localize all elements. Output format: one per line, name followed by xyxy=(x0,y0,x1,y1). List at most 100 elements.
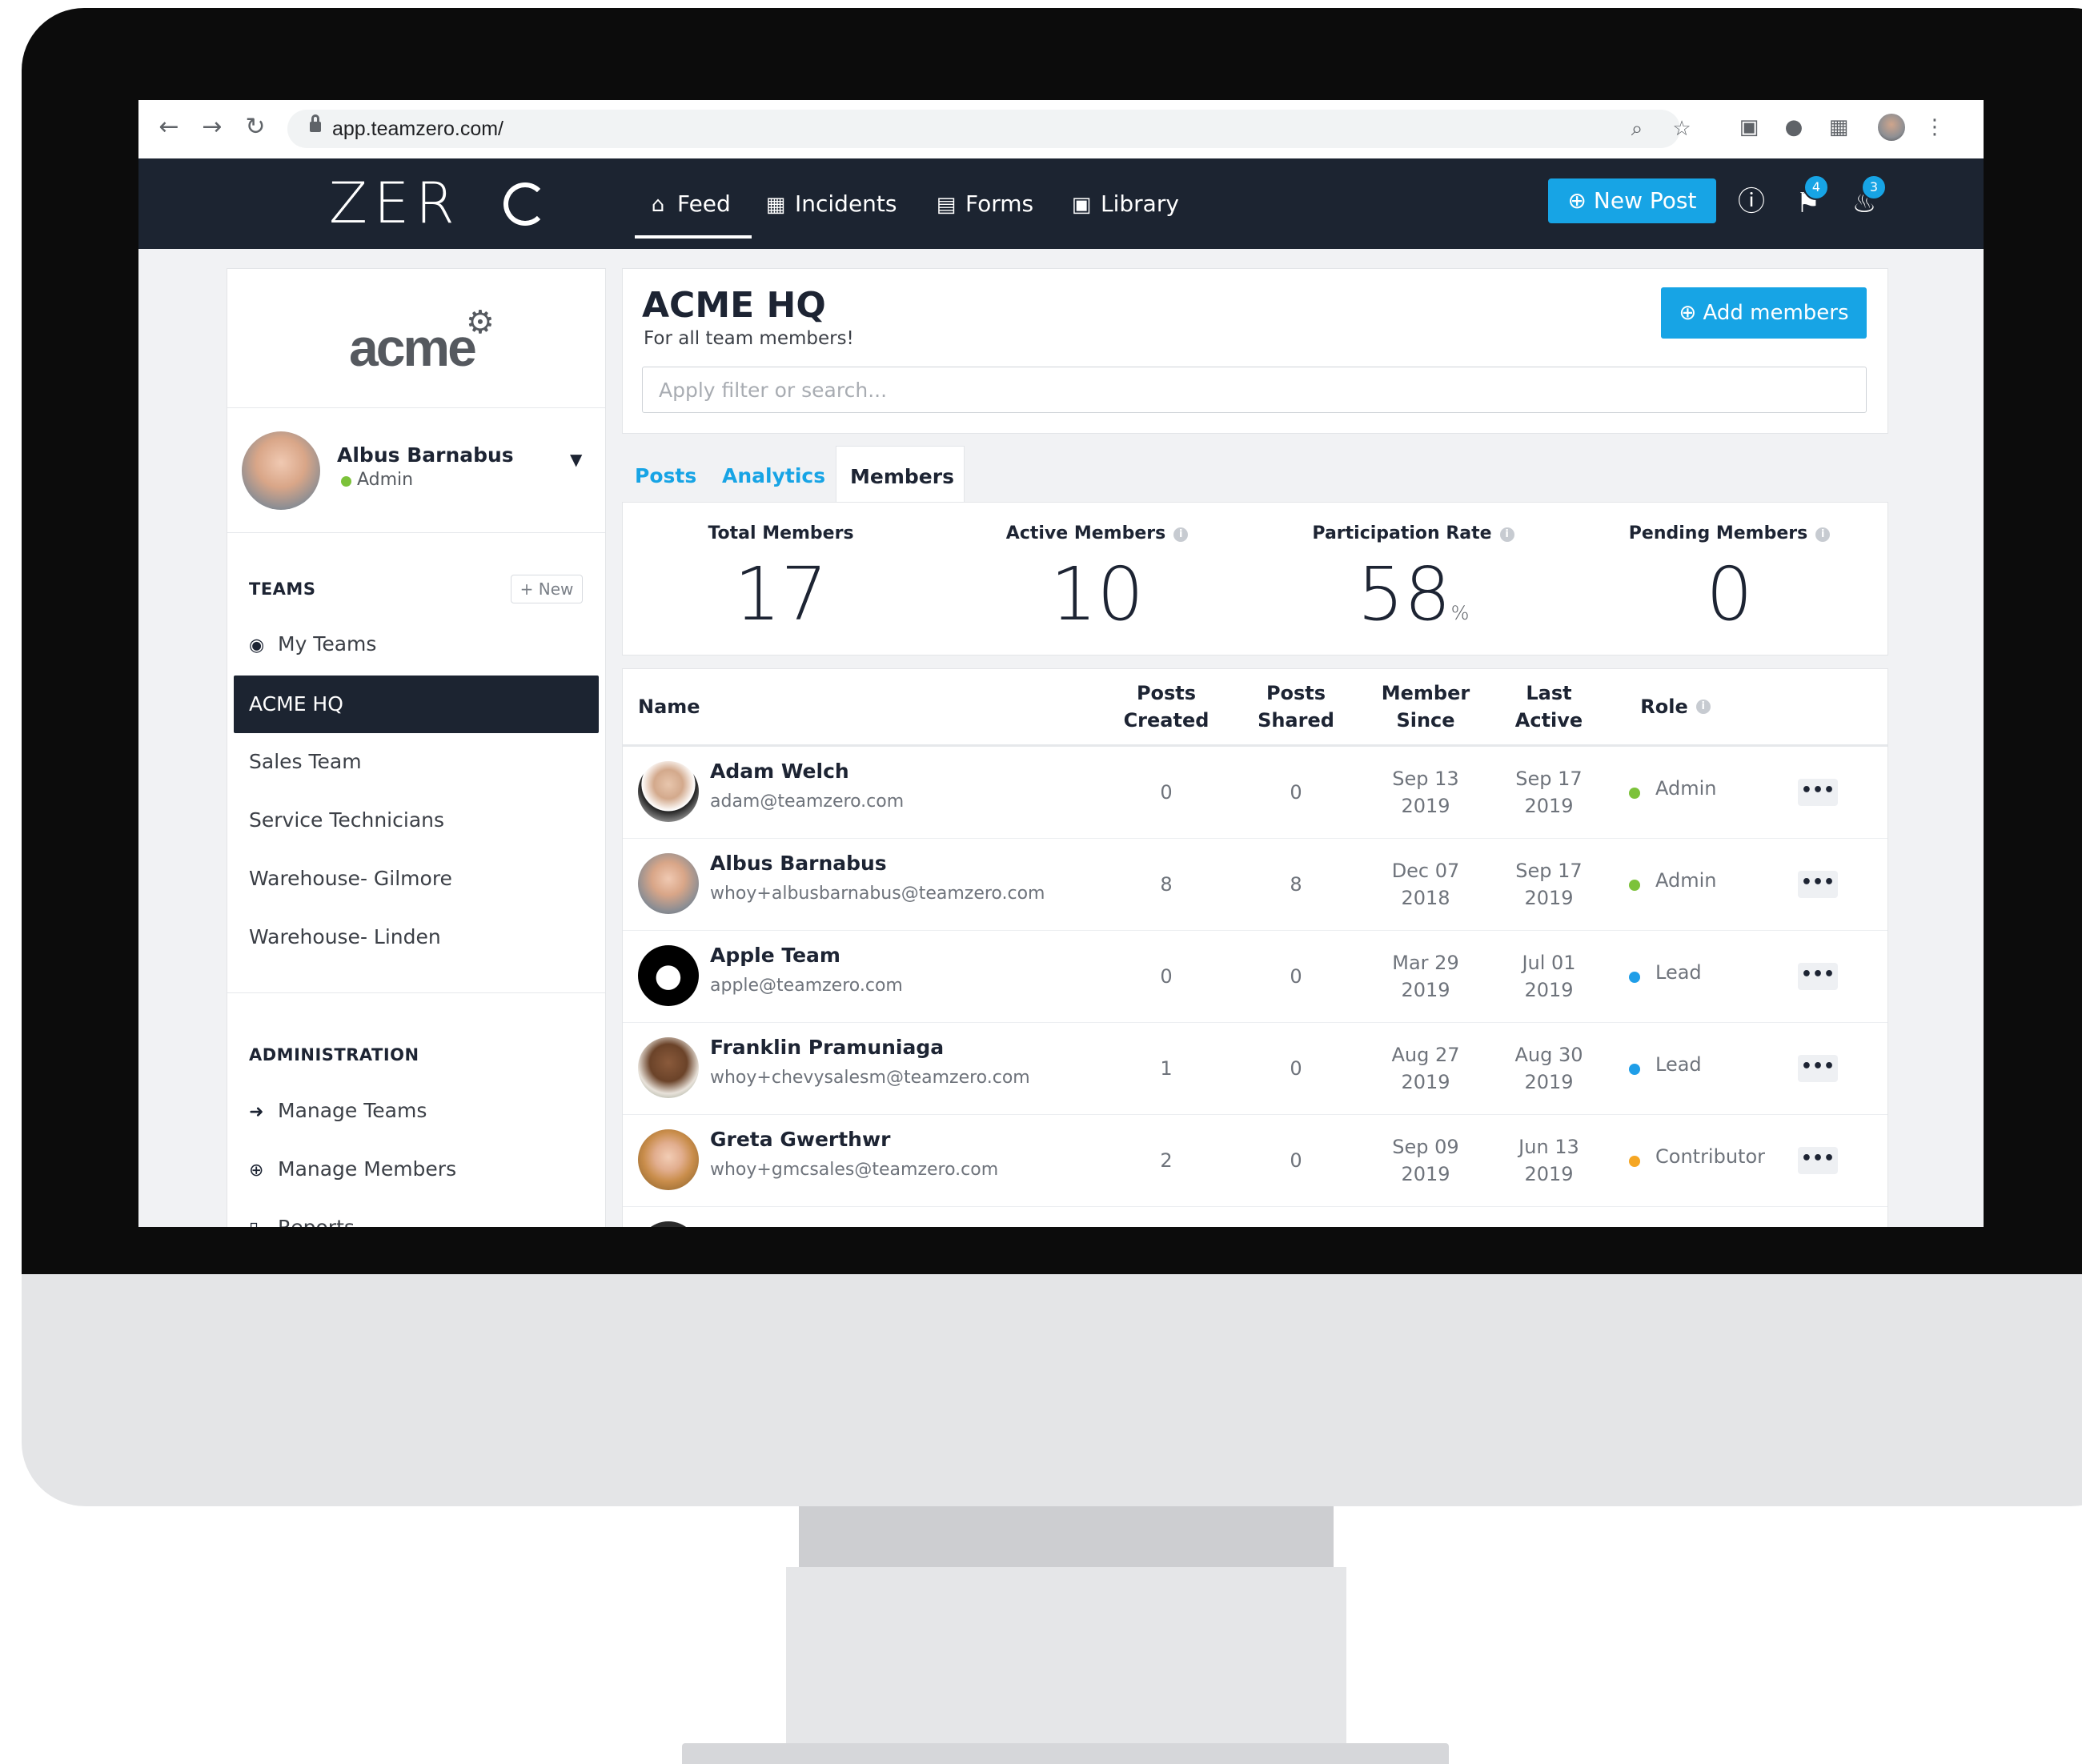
table-row[interactable]: Franklin Pramuniaga whoy+chevysalesm@tea… xyxy=(623,1023,1887,1115)
column-header-name[interactable]: Name xyxy=(638,669,878,744)
role-status-dot xyxy=(1629,1156,1640,1167)
member-email: whoy+gmcsales@teamzero.com xyxy=(710,1160,999,1180)
column-header-last-active[interactable]: Last Active xyxy=(1497,669,1601,744)
chevron-down-icon[interactable]: ▼ xyxy=(570,450,582,469)
table-row[interactable]: Adam Welch adam@teamzero.com 0 0 Sep 13 … xyxy=(623,747,1887,839)
posts-created: 0 xyxy=(1160,965,1173,988)
new-post-button[interactable]: ⊕ New Post xyxy=(1548,178,1716,223)
zoom-icon[interactable]: ⌕ xyxy=(1621,113,1653,145)
member-since: Sep 13 2019 xyxy=(1392,768,1459,817)
stats-card: Total Members 17 Active Members i 10 Part… xyxy=(622,502,1888,655)
extension-circle-icon[interactable]: ● xyxy=(1778,111,1810,143)
logo-text: ZER xyxy=(329,170,461,236)
back-icon[interactable]: ← xyxy=(153,111,185,143)
new-team-button[interactable]: + New xyxy=(511,575,583,603)
more-options-button[interactable]: ••• xyxy=(1798,963,1838,990)
role-status-dot xyxy=(1629,1064,1640,1075)
more-options-button[interactable]: ••• xyxy=(1798,1055,1838,1082)
address-bar[interactable]: app.teamzero.com/ ⌕ ☆ xyxy=(287,110,1691,148)
sidebar-item-manage-teams[interactable]: ➜ Manage Teams xyxy=(249,1099,427,1122)
member-name[interactable]: Franklin Pramuniaga xyxy=(710,1036,944,1059)
bookmark-star-icon[interactable]: ☆ xyxy=(1666,113,1698,145)
nav-incidents[interactable]: ▦ Incidents xyxy=(763,186,897,222)
info-icon[interactable]: i xyxy=(1499,527,1514,542)
last-active: Jul 01 2019 xyxy=(1522,952,1576,1001)
posts-created: 0 xyxy=(1160,781,1173,804)
stat-label: Pending Members i xyxy=(1571,523,1887,543)
tab-members[interactable]: Members xyxy=(850,465,954,488)
member-email: whoy+chevysalesm@teamzero.com xyxy=(710,1068,1030,1088)
stat-pending-members: Pending Members i 0 xyxy=(1571,503,1887,655)
nav-feed[interactable]: ⌂ Feed xyxy=(645,186,731,222)
column-header-member-since[interactable]: Member Since xyxy=(1374,669,1478,744)
tab-posts[interactable]: Posts xyxy=(635,464,696,487)
sidebar-item-warehouse-linden[interactable]: Warehouse- Linden xyxy=(249,925,441,948)
table-row[interactable]: Albus Barnabus whoy+albusbarnabus@teamze… xyxy=(623,839,1887,931)
members-table: Name Posts Created Posts Shared Member S… xyxy=(622,668,1888,1227)
acme-logo: acme xyxy=(349,318,477,377)
reload-icon[interactable]: ↻ xyxy=(239,111,271,143)
posts-created: 1 xyxy=(1160,1057,1173,1080)
forward-icon[interactable]: → xyxy=(196,111,228,143)
avatar[interactable] xyxy=(242,431,320,510)
help-icon[interactable]: ⓘ xyxy=(1735,186,1767,218)
table-row[interactable] xyxy=(623,1207,1887,1227)
user-name[interactable]: Albus Barnabus xyxy=(337,443,514,467)
sidebar-item-reports[interactable]: ▯Reports xyxy=(249,1216,355,1227)
info-icon[interactable]: i xyxy=(1695,700,1711,714)
sidebar-item-sales-team[interactable]: Sales Team xyxy=(249,750,362,773)
info-icon[interactable]: i xyxy=(1815,527,1831,542)
member-name[interactable]: Albus Barnabus xyxy=(710,852,887,875)
monitor-stand xyxy=(786,1567,1346,1743)
column-header-posts-shared[interactable]: Posts Shared xyxy=(1244,669,1348,744)
stat-label: Participation Rate i xyxy=(1255,523,1571,543)
user-role: Admin xyxy=(357,470,414,490)
more-options-button[interactable]: ••• xyxy=(1798,1147,1838,1174)
more-options-button[interactable]: ••• xyxy=(1798,871,1838,898)
column-header-role[interactable]: Role i xyxy=(1615,669,1735,744)
member-since: Dec 07 2018 xyxy=(1391,860,1460,909)
add-members-button[interactable]: ⊕ Add members xyxy=(1661,287,1867,339)
notification-badge: 3 xyxy=(1861,174,1887,200)
last-active: Sep 17 2019 xyxy=(1515,768,1583,817)
sidebar-item-label[interactable]: ACME HQ xyxy=(249,692,343,716)
sidebar-item-my-teams[interactable]: ◉ My Teams xyxy=(249,632,376,655)
column-header-posts-created[interactable]: Posts Created xyxy=(1114,669,1218,744)
extension-puzzle-icon[interactable]: ▦ xyxy=(1823,111,1855,143)
more-options-button[interactable]: ••• xyxy=(1798,779,1838,806)
sidebar-item-warehouse-gilmore[interactable]: Warehouse- Gilmore xyxy=(249,867,452,890)
table-row[interactable]: ● Apple Team apple@teamzero.com 0 0 Mar … xyxy=(623,931,1887,1023)
avatar xyxy=(638,1129,699,1190)
book-icon: ▣ xyxy=(1071,193,1092,217)
form-icon: ▤ xyxy=(936,193,957,217)
info-icon[interactable]: i xyxy=(1173,527,1189,542)
lock-icon xyxy=(310,114,321,133)
extension-icon[interactable]: ▣ xyxy=(1733,111,1765,143)
member-name[interactable]: Adam Welch xyxy=(710,760,849,783)
member-email: adam@teamzero.com xyxy=(710,792,905,812)
member-name[interactable]: Greta Gwerthwr xyxy=(710,1128,890,1151)
member-name[interactable]: Apple Team xyxy=(710,944,840,967)
table-row[interactable]: Greta Gwerthwr whoy+gmcsales@teamzero.co… xyxy=(623,1115,1887,1207)
tab-analytics[interactable]: Analytics xyxy=(722,464,825,487)
avatar xyxy=(638,1221,699,1227)
sidebar-item-service-technicians[interactable]: Service Technicians xyxy=(249,808,444,832)
clipboard-icon: ▦ xyxy=(765,193,786,217)
sidebar-item-manage-members[interactable]: ⊕ Manage Members xyxy=(249,1157,456,1181)
nav-library[interactable]: ▣ Library xyxy=(1069,186,1179,222)
browser-menu-icon[interactable]: ⋮ xyxy=(1919,111,1951,143)
screen: ← → ↻ app.teamzero.com/ ⌕ ☆ ▣ ● ▦ ⋮ ZER … xyxy=(138,100,1984,1227)
plus-circle-icon: ⊕ xyxy=(1679,301,1697,325)
search-input[interactable] xyxy=(642,367,1867,413)
nav-forms[interactable]: ▤ Forms xyxy=(933,186,1033,222)
gear-icon: ⚙ xyxy=(466,304,495,341)
page-title: ACME HQ xyxy=(642,285,826,326)
nav-active-indicator xyxy=(635,235,752,239)
url-text[interactable]: app.teamzero.com/ xyxy=(332,116,503,142)
zero-logo[interactable]: ZER xyxy=(329,170,547,236)
home-icon: ⌂ xyxy=(651,193,665,217)
profile-avatar-icon[interactable] xyxy=(1875,111,1907,143)
logo-o-mark xyxy=(503,182,547,226)
member-since: Mar 29 2019 xyxy=(1392,952,1459,1001)
stat-value: 0 xyxy=(1706,551,1753,637)
